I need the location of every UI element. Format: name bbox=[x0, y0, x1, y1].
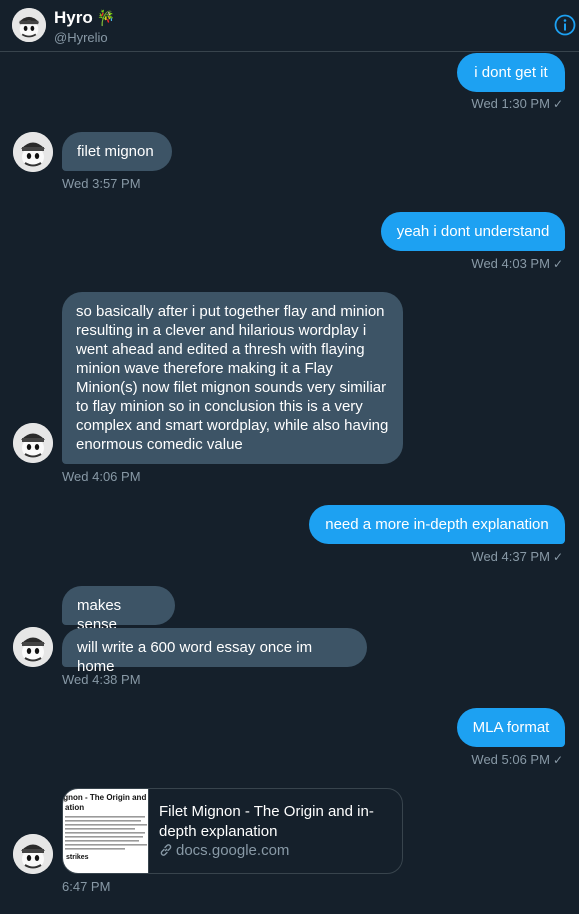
message-text: yeah i dont understand bbox=[396, 223, 550, 240]
message-text: need a more in-depth explanation bbox=[325, 516, 549, 533]
message-text: i dont get it bbox=[474, 64, 548, 81]
conversation-header: Hyro 🎋 @Hyrelio bbox=[0, 0, 579, 52]
link-card-domain-text: docs.google.com bbox=[176, 842, 290, 859]
info-icon bbox=[554, 14, 576, 36]
sent-check-icon: ✓ bbox=[552, 97, 563, 111]
info-button[interactable] bbox=[554, 14, 576, 36]
message-timestamp: Wed 4:06 PM bbox=[62, 469, 141, 484]
timestamp-text: Wed 4:03 PM bbox=[471, 256, 550, 271]
timestamp-text: Wed 1:30 PM bbox=[471, 96, 550, 111]
avatar-icon bbox=[13, 834, 53, 874]
link-card-domain: docs.google.com bbox=[159, 842, 289, 859]
avatar[interactable] bbox=[13, 423, 53, 463]
message-bubble-outgoing[interactable]: need a more in-depth explanation bbox=[309, 505, 565, 544]
message-timestamp: Wed 1:30 PM ✓ bbox=[471, 96, 563, 111]
message-text: will write a 600 word essay once im home bbox=[77, 639, 313, 675]
message-bubble-incoming[interactable]: makes sense bbox=[62, 586, 175, 633]
avatar-icon bbox=[12, 8, 46, 42]
thumbnail-footer: strikes bbox=[66, 854, 89, 861]
message-bubble-incoming[interactable]: will write a 600 word essay once im home bbox=[62, 628, 367, 675]
avatar[interactable] bbox=[12, 8, 46, 42]
contact-name: Hyro 🎋 bbox=[54, 8, 115, 28]
thumbnail-heading: ignon - The Origin and in-d bbox=[63, 793, 148, 802]
bamboo-emoji-icon: 🎋 bbox=[96, 10, 116, 27]
message-timestamp: Wed 3:57 PM bbox=[62, 176, 141, 191]
sent-check-icon: ✓ bbox=[552, 550, 563, 564]
message-text: filet mignon bbox=[77, 143, 154, 160]
link-icon bbox=[160, 844, 172, 856]
message-bubble-outgoing[interactable]: yeah i dont understand bbox=[381, 212, 565, 251]
avatar[interactable] bbox=[13, 132, 53, 172]
avatar-icon bbox=[13, 423, 53, 463]
message-text: so basically after i put together flay a… bbox=[76, 303, 389, 453]
document-thumbnail: ignon - The Origin and in-d ation strike… bbox=[63, 789, 149, 873]
message-text: MLA format bbox=[472, 719, 550, 736]
contact-name-text: Hyro bbox=[54, 8, 93, 27]
message-timestamp: 6:47 PM bbox=[62, 879, 111, 894]
thumbnail-subheading: ation bbox=[65, 803, 85, 812]
message-bubble-incoming[interactable]: filet mignon bbox=[62, 132, 172, 171]
timestamp-text: Wed 5:06 PM bbox=[471, 752, 550, 767]
document-text-lines-icon bbox=[65, 816, 147, 850]
message-timestamp: Wed 4:37 PM ✓ bbox=[471, 549, 563, 564]
message-bubble-outgoing[interactable]: MLA format bbox=[457, 708, 565, 747]
avatar[interactable] bbox=[13, 627, 53, 667]
contact-handle: @Hyrelio bbox=[54, 30, 108, 45]
sent-check-icon: ✓ bbox=[552, 257, 563, 271]
message-timestamp: Wed 5:06 PM ✓ bbox=[471, 752, 563, 767]
sent-check-icon: ✓ bbox=[552, 753, 563, 767]
message-bubble-outgoing[interactable]: i dont get it bbox=[457, 53, 565, 92]
avatar-icon bbox=[13, 132, 53, 172]
avatar[interactable] bbox=[13, 834, 53, 874]
message-timestamp: Wed 4:03 PM ✓ bbox=[471, 256, 563, 271]
avatar-icon bbox=[13, 627, 53, 667]
timestamp-text: Wed 4:37 PM bbox=[471, 549, 550, 564]
message-timestamp: Wed 4:38 PM bbox=[62, 672, 141, 687]
link-card-title: Filet Mignon - The Origin and in-depth e… bbox=[159, 803, 374, 840]
link-preview-card[interactable]: ignon - The Origin and in-d ation strike… bbox=[62, 788, 403, 874]
message-bubble-incoming[interactable]: so basically after i put together flay a… bbox=[62, 292, 403, 464]
